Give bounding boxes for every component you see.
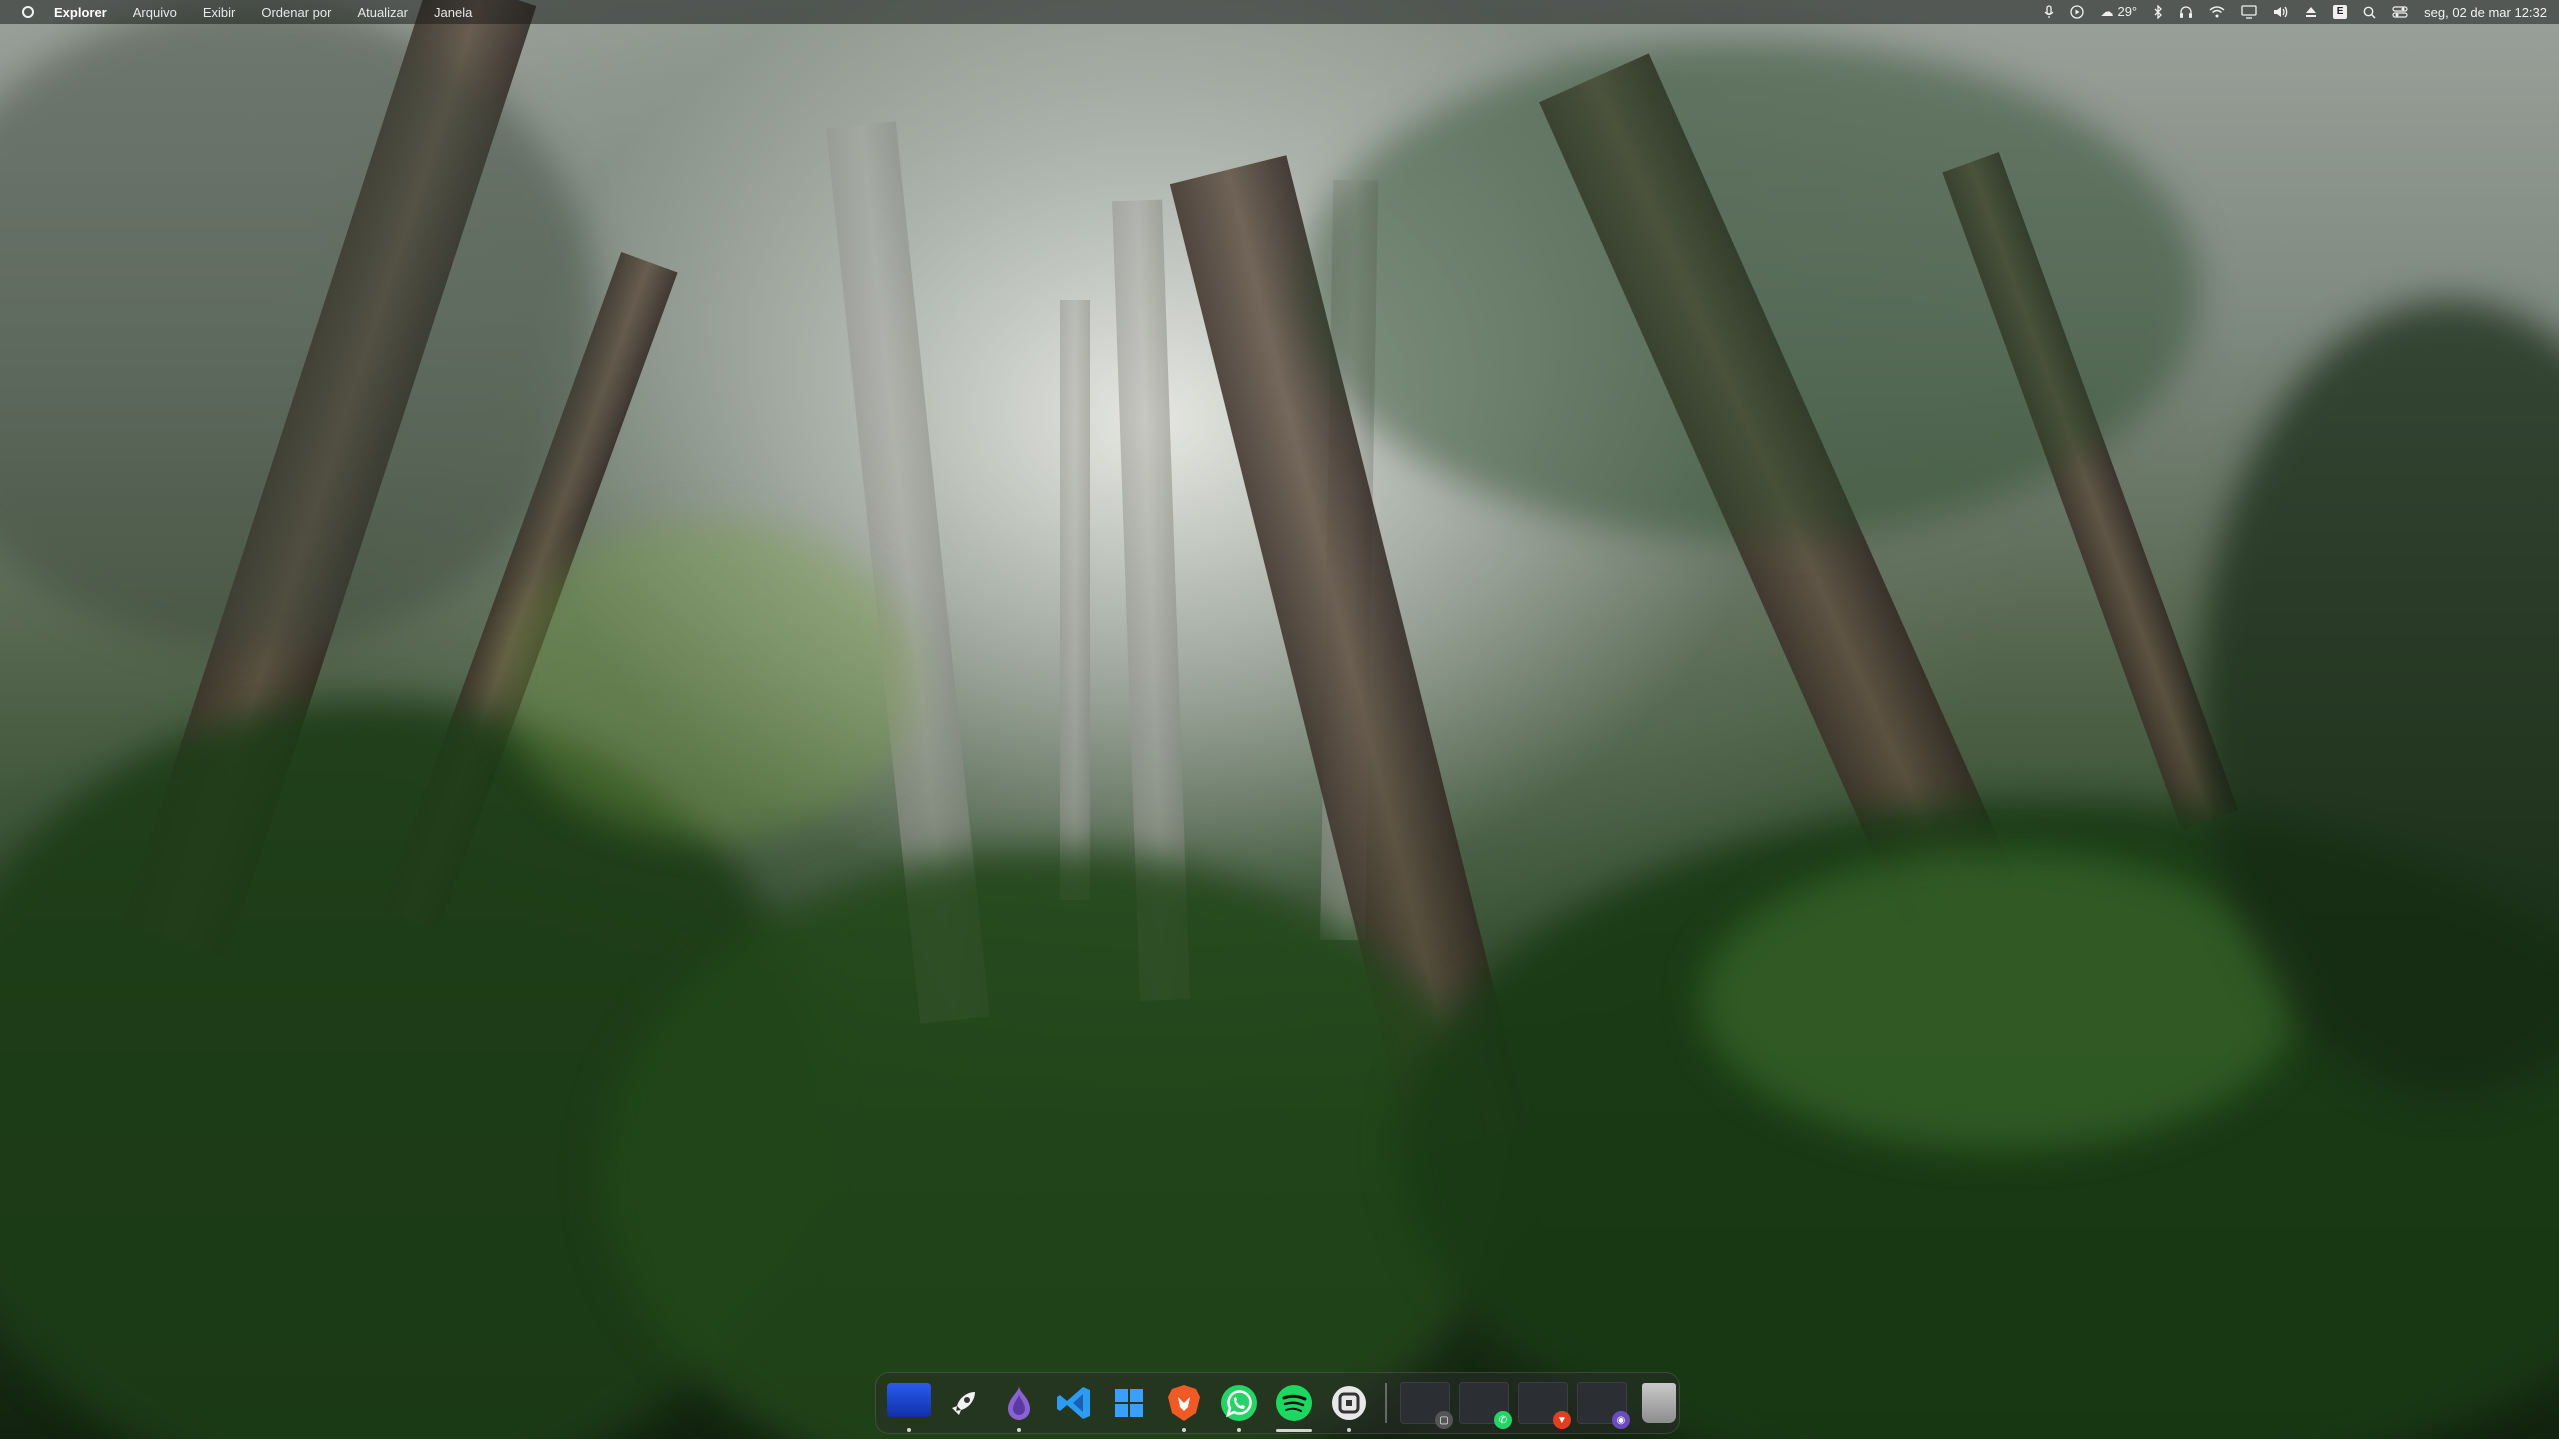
trash-icon[interactable]: [1642, 1383, 1676, 1423]
running-indicator: [1347, 1428, 1351, 1432]
dock-launchpad[interactable]: [941, 1380, 987, 1426]
speaker-icon[interactable]: [2273, 5, 2289, 19]
whatsapp-icon: [1217, 1381, 1261, 1425]
minimized-window-1[interactable]: ▢: [1400, 1382, 1453, 1429]
system-tray: ☁ 29° E seg, 02 de mar 12:32: [2044, 0, 2547, 24]
dock-desktop-monitor[interactable]: [886, 1380, 932, 1432]
search-icon[interactable]: [2363, 6, 2376, 19]
minimized-window-3[interactable]: ▼: [1518, 1382, 1571, 1429]
dock-whatsapp[interactable]: [1216, 1380, 1262, 1432]
microphone-icon[interactable]: [2044, 5, 2054, 19]
whatsapp-icon: ✆: [1494, 1411, 1512, 1429]
menu-janela[interactable]: Janela: [434, 5, 472, 20]
cloud-sun-icon: ☁: [2100, 4, 2114, 19]
minimized-window-4[interactable]: ◉: [1577, 1382, 1630, 1429]
dock-windows[interactable]: [1106, 1380, 1152, 1426]
desktop[interactable]: Explorer Arquivo Exibir Ordenar por Atua…: [0, 0, 2559, 1439]
rocket-icon: [942, 1381, 986, 1425]
dock-vscode[interactable]: [1051, 1380, 1097, 1426]
onion-icon: [997, 1381, 1041, 1425]
weather-temperature: 29°: [2117, 4, 2138, 19]
running-indicator: [907, 1428, 911, 1432]
eject-icon[interactable]: [2305, 6, 2317, 18]
brave-lion-icon: ▼: [1553, 1411, 1571, 1429]
onion-icon: ◉: [1612, 1411, 1630, 1429]
wifi-icon[interactable]: [2209, 6, 2225, 18]
menu-bar: Explorer Arquivo Exibir Ordenar por Atua…: [0, 0, 2559, 24]
menu-ordenar-por[interactable]: Ordenar por: [261, 5, 331, 20]
running-indicator: [1276, 1429, 1312, 1432]
vscode-icon: [1052, 1381, 1096, 1425]
headphones-icon[interactable]: [2179, 5, 2193, 19]
app-window-icon: [1327, 1381, 1371, 1425]
bluetooth-icon[interactable]: [2153, 5, 2163, 19]
weather-widget[interactable]: ☁ 29°: [2100, 0, 2137, 24]
dock-brave-browser[interactable]: [1161, 1380, 1207, 1432]
clock[interactable]: seg, 02 de mar 12:32: [2424, 5, 2547, 20]
menu-exibir[interactable]: Exibir: [203, 5, 236, 20]
app-window-icon: ▢: [1435, 1411, 1453, 1429]
minimized-window-2[interactable]: ✆: [1459, 1382, 1512, 1429]
dock-terminal-app[interactable]: [1326, 1380, 1372, 1432]
dock-spotify[interactable]: [1271, 1380, 1317, 1432]
display-icon[interactable]: [2241, 5, 2257, 19]
app-name-menu[interactable]: Explorer: [54, 5, 107, 20]
brave-lion-icon: [1162, 1381, 1206, 1425]
menu-bar-left: Explorer Arquivo Exibir Ordenar por Atua…: [12, 5, 498, 20]
keyboard-layout-badge[interactable]: E: [2333, 5, 2348, 19]
dock-tor-browser[interactable]: [996, 1380, 1042, 1432]
play-circle-icon[interactable]: [2070, 5, 2085, 19]
running-indicator: [1017, 1428, 1021, 1432]
windows-logo-icon: [1107, 1381, 1151, 1425]
dock-separator: [1385, 1383, 1387, 1423]
running-indicator: [1237, 1428, 1241, 1432]
running-indicator: [1182, 1428, 1186, 1432]
control-center-icon[interactable]: [2392, 6, 2408, 18]
start-menu-icon[interactable]: [22, 6, 34, 18]
spotify-icon: [1272, 1381, 1316, 1425]
dock: ▢ ✆ ▼ ◉: [875, 1372, 1680, 1434]
menu-arquivo[interactable]: Arquivo: [133, 5, 177, 20]
monitor-icon: [887, 1383, 931, 1417]
menu-atualizar[interactable]: Atualizar: [357, 5, 408, 20]
